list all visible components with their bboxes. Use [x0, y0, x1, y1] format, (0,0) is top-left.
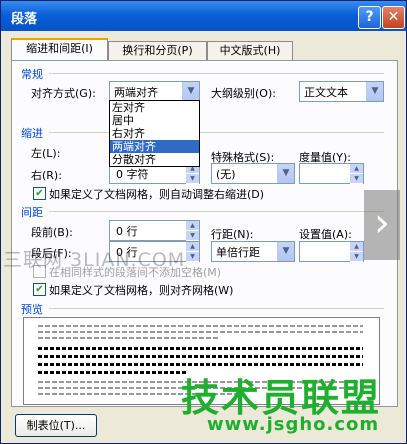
snap-to-grid-checkbox[interactable]: ✔	[33, 283, 46, 296]
right-indent-label: 右(R):	[31, 169, 62, 182]
paragraph-dialog: 段落 ? ✕ 缩进和间距(I) 换行和分页(P) 中文版式(H) 常规 对齐方式…	[0, 0, 407, 444]
preview-line	[38, 337, 218, 339]
auto-adjust-indent-checkbox[interactable]: ✔	[33, 187, 46, 200]
section-general: 常规	[21, 68, 43, 81]
stepper-arrows[interactable]: ▲ ▼	[186, 221, 199, 241]
divider	[49, 308, 384, 309]
setting-value-label: 设置值(A):	[299, 228, 352, 241]
chevron-down-icon[interactable]: ▼	[186, 252, 199, 262]
outline-level-select[interactable]: 正文文本 ▼	[299, 81, 384, 102]
alignment-option-distributed[interactable]: 分散对齐	[110, 153, 199, 166]
setting-value-stepper[interactable]: ▲ ▼	[299, 241, 364, 262]
watermark-url: www.jsgho.com	[207, 414, 380, 435]
chevron-up-icon[interactable]: ▲	[186, 221, 199, 231]
preview-line	[38, 325, 363, 327]
alignment-option-justify[interactable]: 两端对齐	[110, 140, 199, 153]
alignment-select[interactable]: 两端对齐 ▼	[109, 81, 200, 102]
help-icon[interactable]: ?	[358, 6, 381, 29]
outline-level-value: 正文文本	[304, 86, 348, 99]
measure-stepper[interactable]: ▲ ▼	[299, 163, 364, 184]
space-before-stepper[interactable]: 0 行 ▲ ▼	[109, 220, 200, 241]
preview-line	[38, 371, 188, 374]
left-indent-label: 左(L):	[31, 147, 61, 160]
outline-level-label: 大纲级别(O):	[211, 87, 276, 100]
special-format-select[interactable]: (无) ▼	[211, 163, 295, 184]
chevron-down-icon[interactable]: ▼	[350, 252, 363, 262]
stepper-arrows[interactable]: ▲ ▼	[186, 242, 199, 262]
preview-line	[38, 363, 363, 366]
watermark-sanlian: 三联网 3LIAN.COM	[3, 249, 186, 271]
chevron-down-icon[interactable]: ▼	[366, 82, 383, 101]
stepper-arrows[interactable]: ▲ ▼	[350, 164, 363, 184]
chevron-down-icon[interactable]: ▼	[277, 242, 294, 261]
chevron-down-icon[interactable]: ▼	[277, 164, 294, 183]
title-bar[interactable]: 段落 ? ✕	[1, 1, 406, 31]
snap-to-grid-label: 如果定义了文档网格，则对齐网格(W)	[49, 284, 234, 297]
alignment-option-right[interactable]: 右对齐	[110, 127, 199, 140]
chevron-up-icon[interactable]: ▲	[186, 242, 199, 252]
special-format-value: (无)	[216, 168, 236, 181]
alignment-value: 两端对齐	[114, 86, 158, 99]
section-spacing: 间距	[21, 206, 43, 219]
section-indent: 缩进	[21, 127, 43, 140]
alignment-dropdown-list: 左对齐 居中 右对齐 两端对齐 分散对齐	[109, 100, 200, 167]
preview-line	[38, 331, 363, 333]
section-preview: 预览	[21, 303, 43, 316]
space-before-value: 0 行	[116, 225, 138, 238]
chevron-down-icon[interactable]: ▼	[182, 82, 199, 101]
chevron-up-icon[interactable]: ▲	[350, 164, 363, 174]
divider	[49, 73, 384, 74]
alignment-option-left[interactable]: 左对齐	[110, 101, 199, 114]
chevron-down-icon[interactable]: ▼	[186, 231, 199, 241]
preview-line	[38, 355, 363, 358]
alignment-label: 对齐方式(G):	[31, 87, 96, 100]
right-indent-value: 0 字符	[116, 168, 149, 181]
line-spacing-value: 单倍行距	[216, 246, 260, 259]
close-icon[interactable]: ✕	[382, 6, 405, 29]
chevron-right-icon[interactable]: ›	[364, 190, 400, 260]
tabs-button[interactable]: 制表位(T)...	[15, 414, 97, 437]
space-before-label: 段前(B):	[31, 226, 73, 239]
line-spacing-label: 行距(N):	[211, 228, 254, 241]
dialog-title: 段落	[11, 12, 38, 27]
divider	[49, 211, 384, 212]
line-spacing-select[interactable]: 单倍行距 ▼	[211, 241, 295, 262]
chevron-down-icon[interactable]: ▼	[186, 174, 199, 184]
auto-adjust-indent-label: 如果定义了文档网格，则自动调整右缩进(D)	[49, 188, 265, 201]
tab-line-page-breaks[interactable]: 换行和分页(P)	[108, 41, 207, 60]
stepper-arrows[interactable]: ▲ ▼	[350, 242, 363, 262]
tab-indent-spacing[interactable]: 缩进和间距(I)	[11, 38, 108, 62]
divider	[49, 132, 384, 133]
chevron-up-icon[interactable]: ▲	[350, 242, 363, 252]
tab-asian-typography[interactable]: 中文版式(H)	[207, 41, 293, 60]
chevron-down-icon[interactable]: ▼	[350, 174, 363, 184]
alignment-option-center[interactable]: 居中	[110, 114, 199, 127]
preview-line	[38, 347, 363, 350]
